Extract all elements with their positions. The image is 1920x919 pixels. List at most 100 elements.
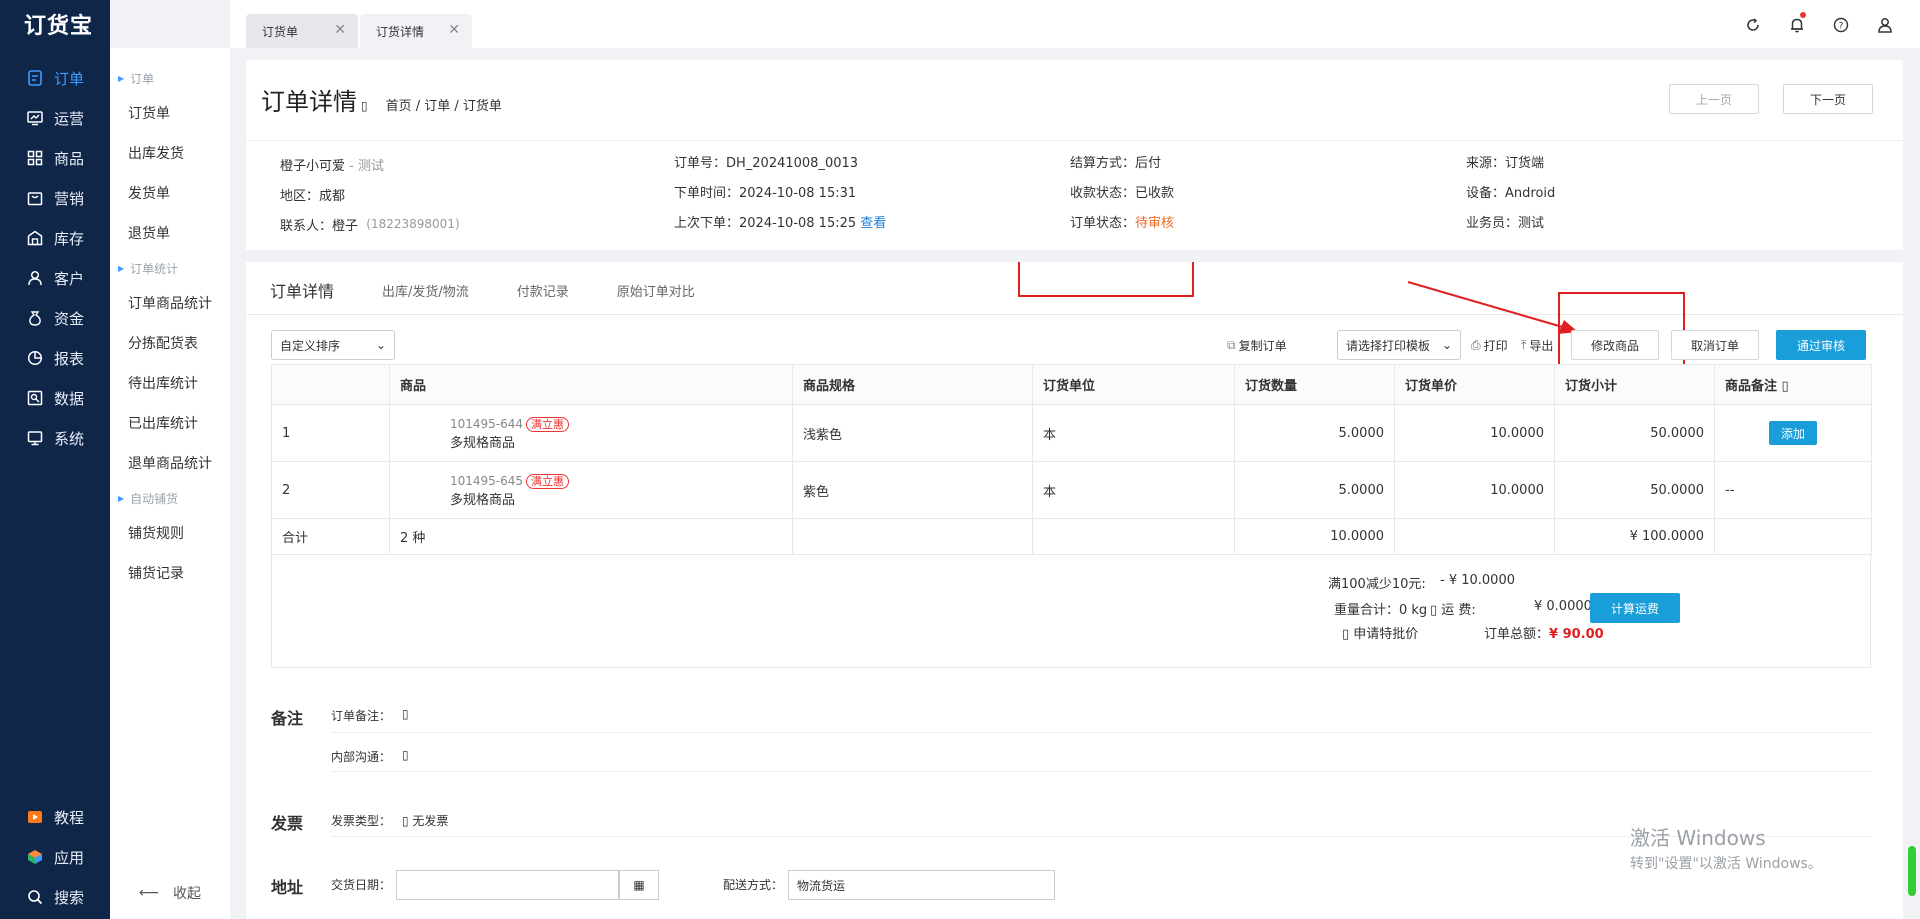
tab-payment[interactable]: 付款记录	[517, 281, 569, 300]
total-subtotal: ¥ 100.0000	[1554, 518, 1715, 555]
report-icon	[26, 349, 44, 367]
nav-item-search[interactable]: 搜索	[0, 877, 110, 917]
special-price-link[interactable]: ▯ 申请特批价	[1342, 623, 1418, 642]
unit-cell: 本	[1032, 404, 1235, 462]
copy-icon[interactable]: ▯	[361, 99, 368, 113]
submenu-item[interactable]: 待出库统计	[110, 363, 230, 403]
qty-cell: 5.0000	[1234, 404, 1395, 462]
divider	[331, 771, 1871, 772]
close-icon[interactable]: ✕	[448, 22, 460, 38]
customer-tag: - 测试	[349, 158, 384, 174]
calc-freight-button[interactable]: 计算运费	[1590, 593, 1680, 623]
svg-text:?: ?	[1839, 22, 1844, 32]
nav-item-order[interactable]: 订单	[0, 58, 110, 98]
submenu-item[interactable]: 订货单	[110, 93, 230, 133]
contact: 联系人：橙子	[280, 218, 359, 234]
spec-cell: 紫色	[792, 461, 1033, 519]
sort-select[interactable]: 自定义排序 ⌄	[271, 330, 395, 360]
app-logo[interactable]: 订货宝	[0, 0, 110, 48]
money-icon	[26, 309, 44, 327]
print-template-select[interactable]: 请选择打印模板 ⌄	[1337, 330, 1461, 360]
refresh-icon[interactable]	[1742, 14, 1764, 36]
tab-order-list[interactable]: 订货单 ✕	[246, 14, 358, 48]
promo-tag: 满立惠	[526, 416, 570, 432]
submenu-group-label: 自动铺货	[130, 491, 179, 506]
nav-item-marketing[interactable]: 营销	[0, 178, 110, 218]
cancel-order-button[interactable]: 取消订单	[1671, 330, 1759, 360]
invoice-type-value[interactable]: ▯ 无发票	[402, 812, 448, 829]
add-note-button[interactable]: 添加	[1769, 421, 1817, 445]
nav-label: 数据	[54, 389, 85, 408]
note-cell: --	[1714, 461, 1872, 519]
goods-name: 多规格商品	[450, 435, 516, 451]
submenu-item[interactable]: 退货单	[110, 213, 230, 253]
calendar-icon[interactable]: ▦	[619, 870, 659, 900]
submenu-group-auto: ▶ 自动铺货	[110, 483, 230, 513]
breadcrumb[interactable]: 首页 / 订单 / 订货单	[386, 95, 502, 114]
delivery-date-input[interactable]	[396, 870, 619, 900]
ship-method-input[interactable]: 物流货运	[788, 870, 1055, 900]
submenu-item[interactable]: 发货单	[110, 173, 230, 213]
tab-order-details[interactable]: 订单详情	[270, 278, 334, 302]
export-button[interactable]: ⤒ 导出	[1521, 330, 1553, 360]
empty-cell	[1394, 518, 1555, 555]
print-label: 打印	[1483, 338, 1508, 353]
submenu-item[interactable]: 已出库统计	[110, 403, 230, 443]
prev-page-button[interactable]: 上一页	[1669, 84, 1759, 114]
nav-item-apps[interactable]: 应用	[0, 837, 110, 877]
col-header	[271, 364, 390, 405]
collapse-button[interactable]: ⟵ 收起	[110, 883, 230, 903]
tab-label: 订货单	[262, 24, 299, 39]
customer-name[interactable]: 橙子小可爱	[280, 155, 345, 174]
submenu-item[interactable]: 铺货规则	[110, 513, 230, 553]
sku-code[interactable]: 101495-645	[450, 474, 523, 488]
tab-order-detail[interactable]: 订货详情 ✕	[360, 14, 472, 48]
nav-item-goods[interactable]: 商品	[0, 138, 110, 178]
goods-cell: 101495-644 满立惠 多规格商品	[389, 404, 793, 462]
nav-item-money[interactable]: 资金	[0, 298, 110, 338]
nav-item-system[interactable]: 系统	[0, 418, 110, 458]
approve-button[interactable]: 通过审核	[1776, 330, 1866, 360]
search-icon	[26, 888, 44, 906]
nav-item-customer[interactable]: 客户	[0, 258, 110, 298]
nav-label: 订单	[54, 69, 85, 88]
sku-code[interactable]: 101495-644	[450, 417, 523, 431]
user-icon[interactable]	[1874, 14, 1896, 36]
bell-icon[interactable]	[1786, 12, 1808, 36]
copy-order-button[interactable]: ⧉ 复制订单	[1227, 330, 1287, 360]
table-row: 2 101495-645 满立惠 多规格商品 紫色 本 5.0000 10.000…	[271, 461, 1872, 519]
internal-note-label: 内部沟通：	[331, 750, 392, 764]
ship-method-label: 配送方式：	[723, 878, 784, 892]
col-header: 订货单位	[1032, 364, 1235, 405]
total-kinds: 2 种	[389, 518, 793, 555]
tab-compare[interactable]: 原始订单对比	[617, 281, 695, 300]
nav-item-operation[interactable]: 运营	[0, 98, 110, 138]
submenu-item[interactable]: 铺货记录	[110, 553, 230, 593]
scrollbar-thumb[interactable]	[1908, 846, 1916, 896]
edit-icon[interactable]: ▯	[402, 707, 409, 721]
modify-goods-button[interactable]: 修改商品	[1571, 330, 1659, 360]
edit-icon[interactable]: ▯	[402, 748, 409, 762]
close-icon[interactable]: ✕	[334, 22, 346, 38]
export-label: 导出	[1529, 338, 1554, 353]
col-header: 商品规格	[792, 364, 1033, 405]
tab-shipping[interactable]: 出库/发货/物流	[382, 281, 469, 300]
warehouse-icon	[26, 229, 44, 247]
table-header: 商品 商品规格 订货单位 订货数量 订货单价 订货小计 商品备注 ▯	[271, 364, 1872, 405]
submenu-group-stats: ▶ 订单统计	[110, 253, 230, 283]
phone: (18223898001)	[366, 217, 460, 231]
nav-item-tutorial[interactable]: 教程	[0, 797, 110, 837]
view-link[interactable]: 查看	[860, 212, 886, 231]
print-button[interactable]: ⎙ 打印	[1471, 330, 1508, 360]
sort-label: 自定义排序	[280, 338, 341, 353]
submenu-item[interactable]: 退单商品统计	[110, 443, 230, 483]
freight-value: ¥ 0.0000	[1534, 599, 1592, 614]
submenu-item[interactable]: 订单商品统计	[110, 283, 230, 323]
nav-item-warehouse[interactable]: 库存	[0, 218, 110, 258]
nav-item-report[interactable]: 报表	[0, 338, 110, 378]
nav-item-data[interactable]: 数据	[0, 378, 110, 418]
next-page-button[interactable]: 下一页	[1783, 84, 1873, 114]
submenu-item[interactable]: 分拣配货表	[110, 323, 230, 363]
submenu-item[interactable]: 出库发货	[110, 133, 230, 173]
help-icon[interactable]: ?	[1830, 14, 1852, 36]
